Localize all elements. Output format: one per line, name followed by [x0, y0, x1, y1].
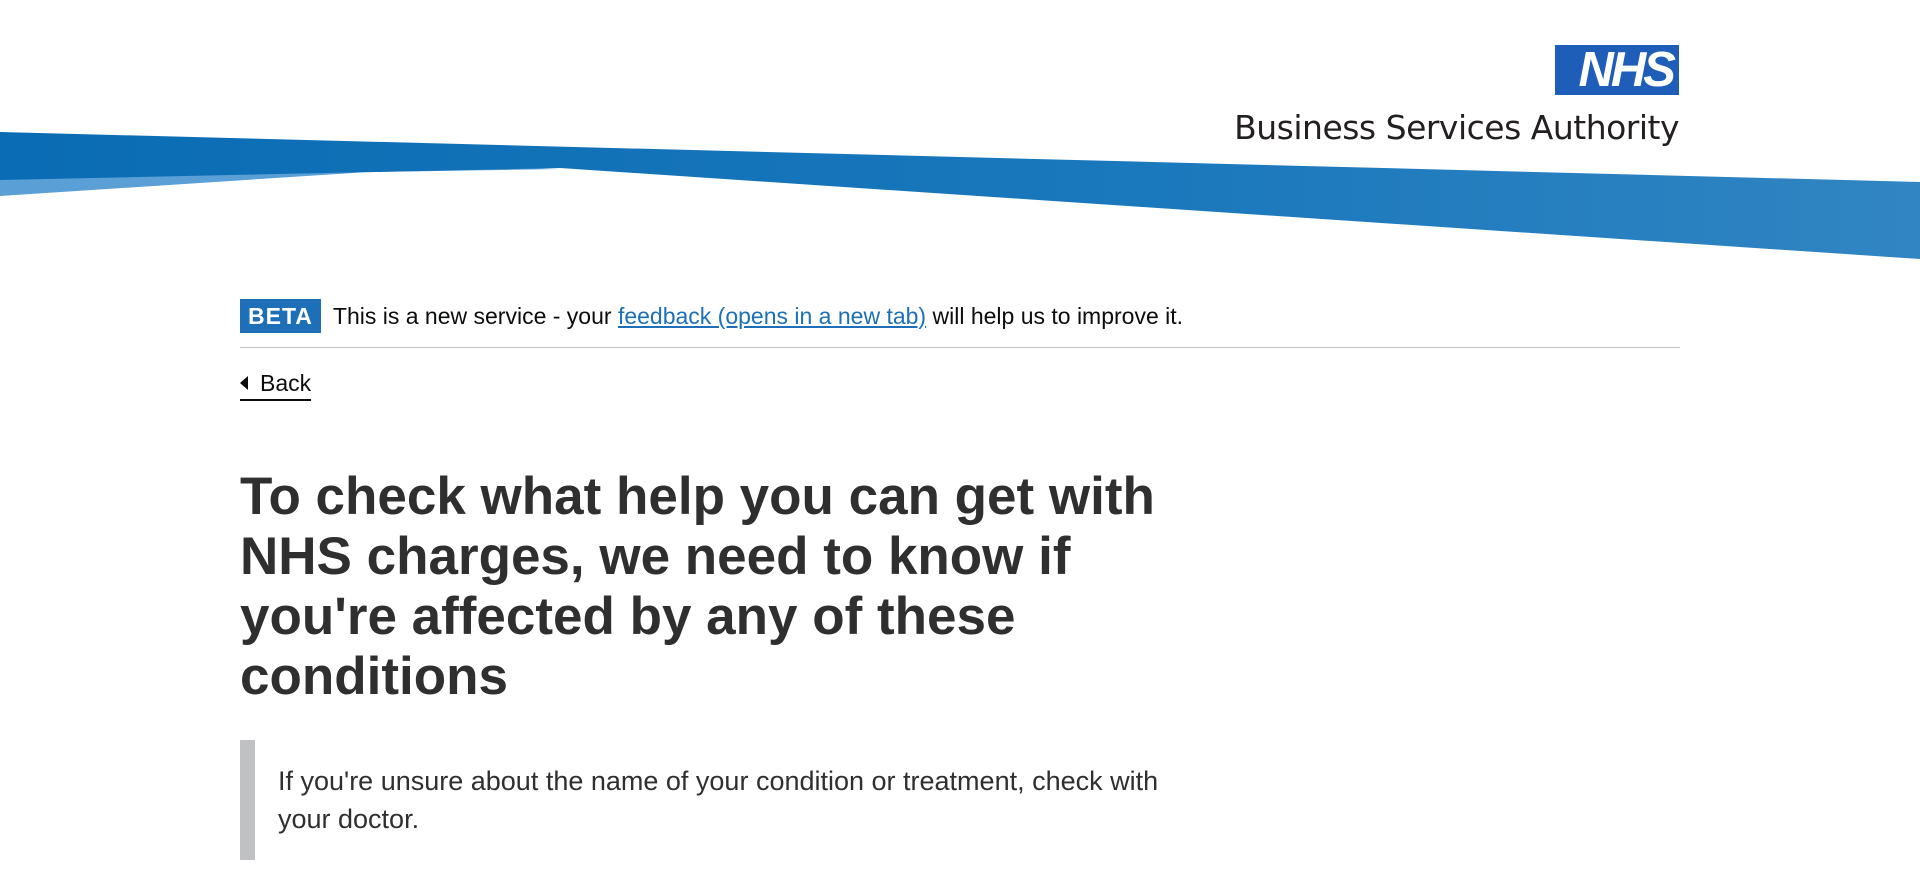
main-container: BETA This is a new service - your feedba…: [240, 299, 1680, 860]
phase-text-before: This is a new service - your: [332, 302, 618, 329]
chevron-left-icon: [240, 375, 248, 390]
inset-text: If you're unsure about the name of your …: [240, 740, 1178, 860]
back-link-label: Back: [260, 370, 312, 396]
nhs-brand: NHS Business Services Authority: [1234, 45, 1679, 147]
phase-banner: BETA This is a new service - your feedba…: [240, 299, 1680, 348]
back-link[interactable]: Back: [240, 370, 312, 401]
nhs-logo[interactable]: NHS: [1555, 45, 1679, 95]
site-header: NHS Business Services Authority: [0, 0, 1920, 270]
page: NHS Business Services Authority BETA Thi…: [0, 0, 1920, 880]
page-title: To check what help you can get with NHS …: [240, 467, 1155, 706]
feedback-link[interactable]: feedback (opens in a new tab): [618, 303, 926, 329]
header-swoosh-main: [0, 132, 1920, 259]
nhs-logo-text: NHS: [1578, 43, 1676, 97]
phase-tag: BETA: [240, 299, 321, 333]
org-name: Business Services Authority: [1234, 108, 1679, 147]
phase-text-after: will help us to improve it.: [926, 302, 1184, 329]
phase-banner-text: This is a new service - your feedback (o…: [333, 303, 1183, 330]
